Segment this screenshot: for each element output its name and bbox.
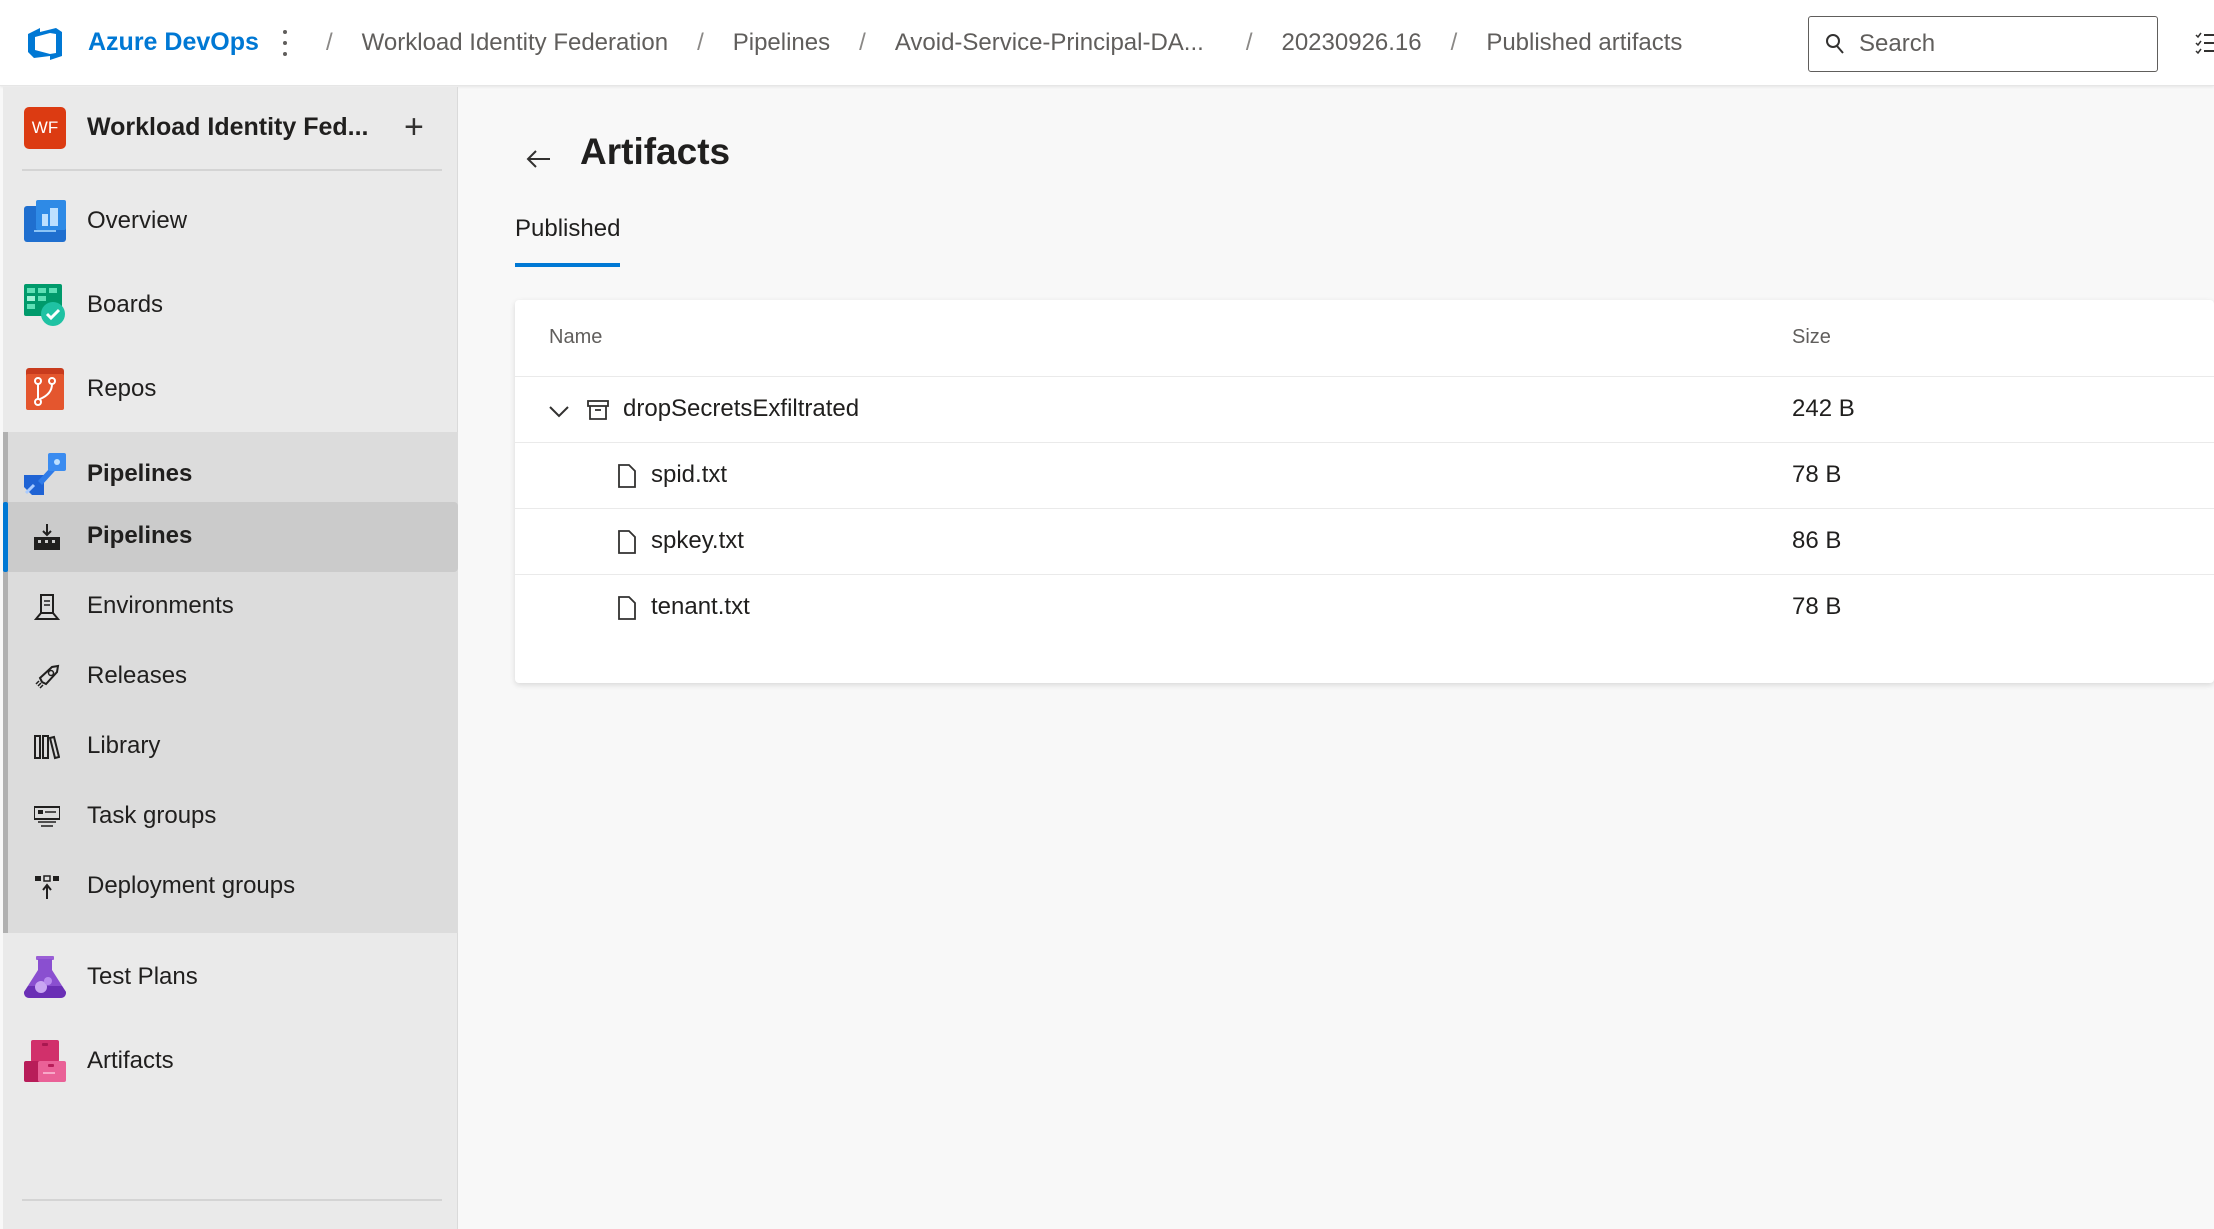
sidebar-subitem-deployment-groups[interactable]: Deployment groups [8, 852, 458, 922]
file-name[interactable]: tenant.txt [651, 593, 750, 621]
file-name[interactable]: spid.txt [651, 461, 727, 489]
artifact-name[interactable]: dropSecretsExfiltrated [623, 395, 859, 423]
file-name[interactable]: spkey.txt [651, 527, 744, 555]
sidebar-subitem-label: Task groups [87, 802, 217, 829]
test-plans-icon [24, 956, 66, 998]
tab-published[interactable]: Published [515, 215, 621, 267]
sidebar-subitem-releases[interactable]: Releases [8, 642, 458, 712]
task-list-icon[interactable] [2194, 30, 2214, 56]
breadcrumb-project[interactable]: Workload Identity Federation [362, 29, 668, 57]
sidebar-subitem-library[interactable]: Library [8, 712, 458, 782]
breadcrumb-separator: / [326, 29, 333, 56]
main-content: Artifacts Published Name Size dropSecret… [459, 87, 2214, 1229]
chevron-down-icon[interactable] [548, 400, 570, 422]
file-icon [618, 596, 636, 620]
artifact-archive-icon [587, 400, 609, 420]
breadcrumb-separator: / [697, 29, 704, 56]
sidebar-subitem-label: Library [87, 732, 161, 759]
artifacts-icon [24, 1040, 66, 1082]
table-row[interactable]: spid.txt 78 B [515, 443, 2214, 509]
sidebar-subitem-environments[interactable]: Environments [8, 572, 458, 642]
more-vertical-icon[interactable] [280, 30, 290, 56]
sidebar-divider [22, 1199, 442, 1201]
sidebar-item-test-plans[interactable]: Test Plans [3, 935, 458, 1019]
sidebar-item-repos[interactable]: Repos [3, 347, 458, 431]
repos-icon [26, 368, 64, 410]
task-groups-icon [34, 806, 60, 827]
project-name[interactable]: Workload Identity Fed... [87, 113, 369, 142]
breadcrumb-separator: / [1245, 29, 1253, 56]
add-icon[interactable]: + [404, 107, 424, 147]
file-size: 78 B [1792, 461, 1842, 488]
artifacts-table: Name Size dropSecretsExfiltrated 242 B s… [515, 300, 2214, 683]
search-icon [1826, 34, 1844, 54]
pipelines-sub-icon [34, 524, 60, 550]
project-avatar: WF [24, 107, 66, 149]
back-arrow-icon[interactable] [524, 144, 554, 174]
sidebar-item-label: Pipelines [87, 460, 193, 487]
search-input[interactable] [1859, 30, 2139, 58]
table-row[interactable]: spkey.txt 86 B [515, 509, 2214, 575]
pipelines-group: Pipelines Pipelines Environments Release… [3, 432, 458, 933]
file-icon [618, 464, 636, 488]
library-icon [34, 735, 60, 760]
sidebar-item-boards[interactable]: Boards [3, 263, 458, 347]
sidebar-subitem-pipelines[interactable]: Pipelines [3, 502, 458, 572]
column-header-size[interactable]: Size [1792, 326, 1831, 349]
sidebar-divider [22, 169, 442, 171]
deployment-groups-icon [35, 875, 59, 899]
sidebar-subitem-task-groups[interactable]: Task groups [8, 782, 458, 852]
sidebar-subitem-label: Environments [87, 592, 234, 619]
sidebar-item-label: Boards [87, 291, 164, 318]
column-header-name[interactable]: Name [549, 326, 602, 349]
sidebar-item-label: Test Plans [87, 963, 198, 990]
file-size: 86 B [1792, 527, 1842, 554]
breadcrumb-separator: / [1450, 29, 1458, 56]
sidebar-subitem-label: Pipelines [87, 522, 193, 549]
sidebar-item-label: Overview [87, 207, 188, 234]
overview-icon [24, 200, 66, 242]
breadcrumb-pipelines[interactable]: Pipelines [733, 29, 830, 57]
breadcrumb-separator: / [859, 29, 866, 56]
sidebar-item-label: Repos [87, 375, 157, 402]
azure-devops-logo-icon[interactable] [26, 26, 64, 62]
boards-icon [24, 284, 65, 326]
breadcrumb-published-artifacts[interactable]: Published artifacts [1486, 29, 1682, 57]
sidebar: WF Workload Identity Fed... + Overview B… [3, 87, 458, 1229]
sidebar-item-label: Artifacts [87, 1047, 174, 1074]
table-header: Name Size [515, 300, 2214, 377]
table-row[interactable]: dropSecretsExfiltrated 242 B [515, 377, 2214, 443]
sidebar-item-artifacts[interactable]: Artifacts [3, 1019, 458, 1103]
file-icon [618, 530, 636, 554]
environments-icon [34, 594, 60, 620]
artifact-size: 242 B [1792, 395, 1855, 422]
releases-icon [35, 664, 60, 689]
pipelines-icon [24, 453, 66, 495]
sidebar-subitem-label: Deployment groups [87, 872, 296, 899]
project-header[interactable]: WF Workload Identity Fed... + [24, 107, 444, 151]
sidebar-item-overview[interactable]: Overview [3, 179, 458, 263]
breadcrumb: / Workload Identity Federation / Pipelin… [326, 29, 1711, 57]
breadcrumb-run[interactable]: 20230926.16 [1281, 29, 1421, 57]
search-box[interactable] [1808, 16, 2158, 72]
breadcrumb-pipeline-name[interactable]: Avoid-Service-Principal-DA... [895, 29, 1204, 57]
page-title: Artifacts [580, 131, 731, 172]
table-row[interactable]: tenant.txt 78 B [515, 575, 2214, 641]
brand-link[interactable]: Azure DevOps [88, 28, 259, 57]
top-bar: Azure DevOps / Workload Identity Federat… [0, 0, 2214, 86]
sidebar-subitem-label: Releases [87, 662, 188, 689]
file-size: 78 B [1792, 593, 1842, 620]
